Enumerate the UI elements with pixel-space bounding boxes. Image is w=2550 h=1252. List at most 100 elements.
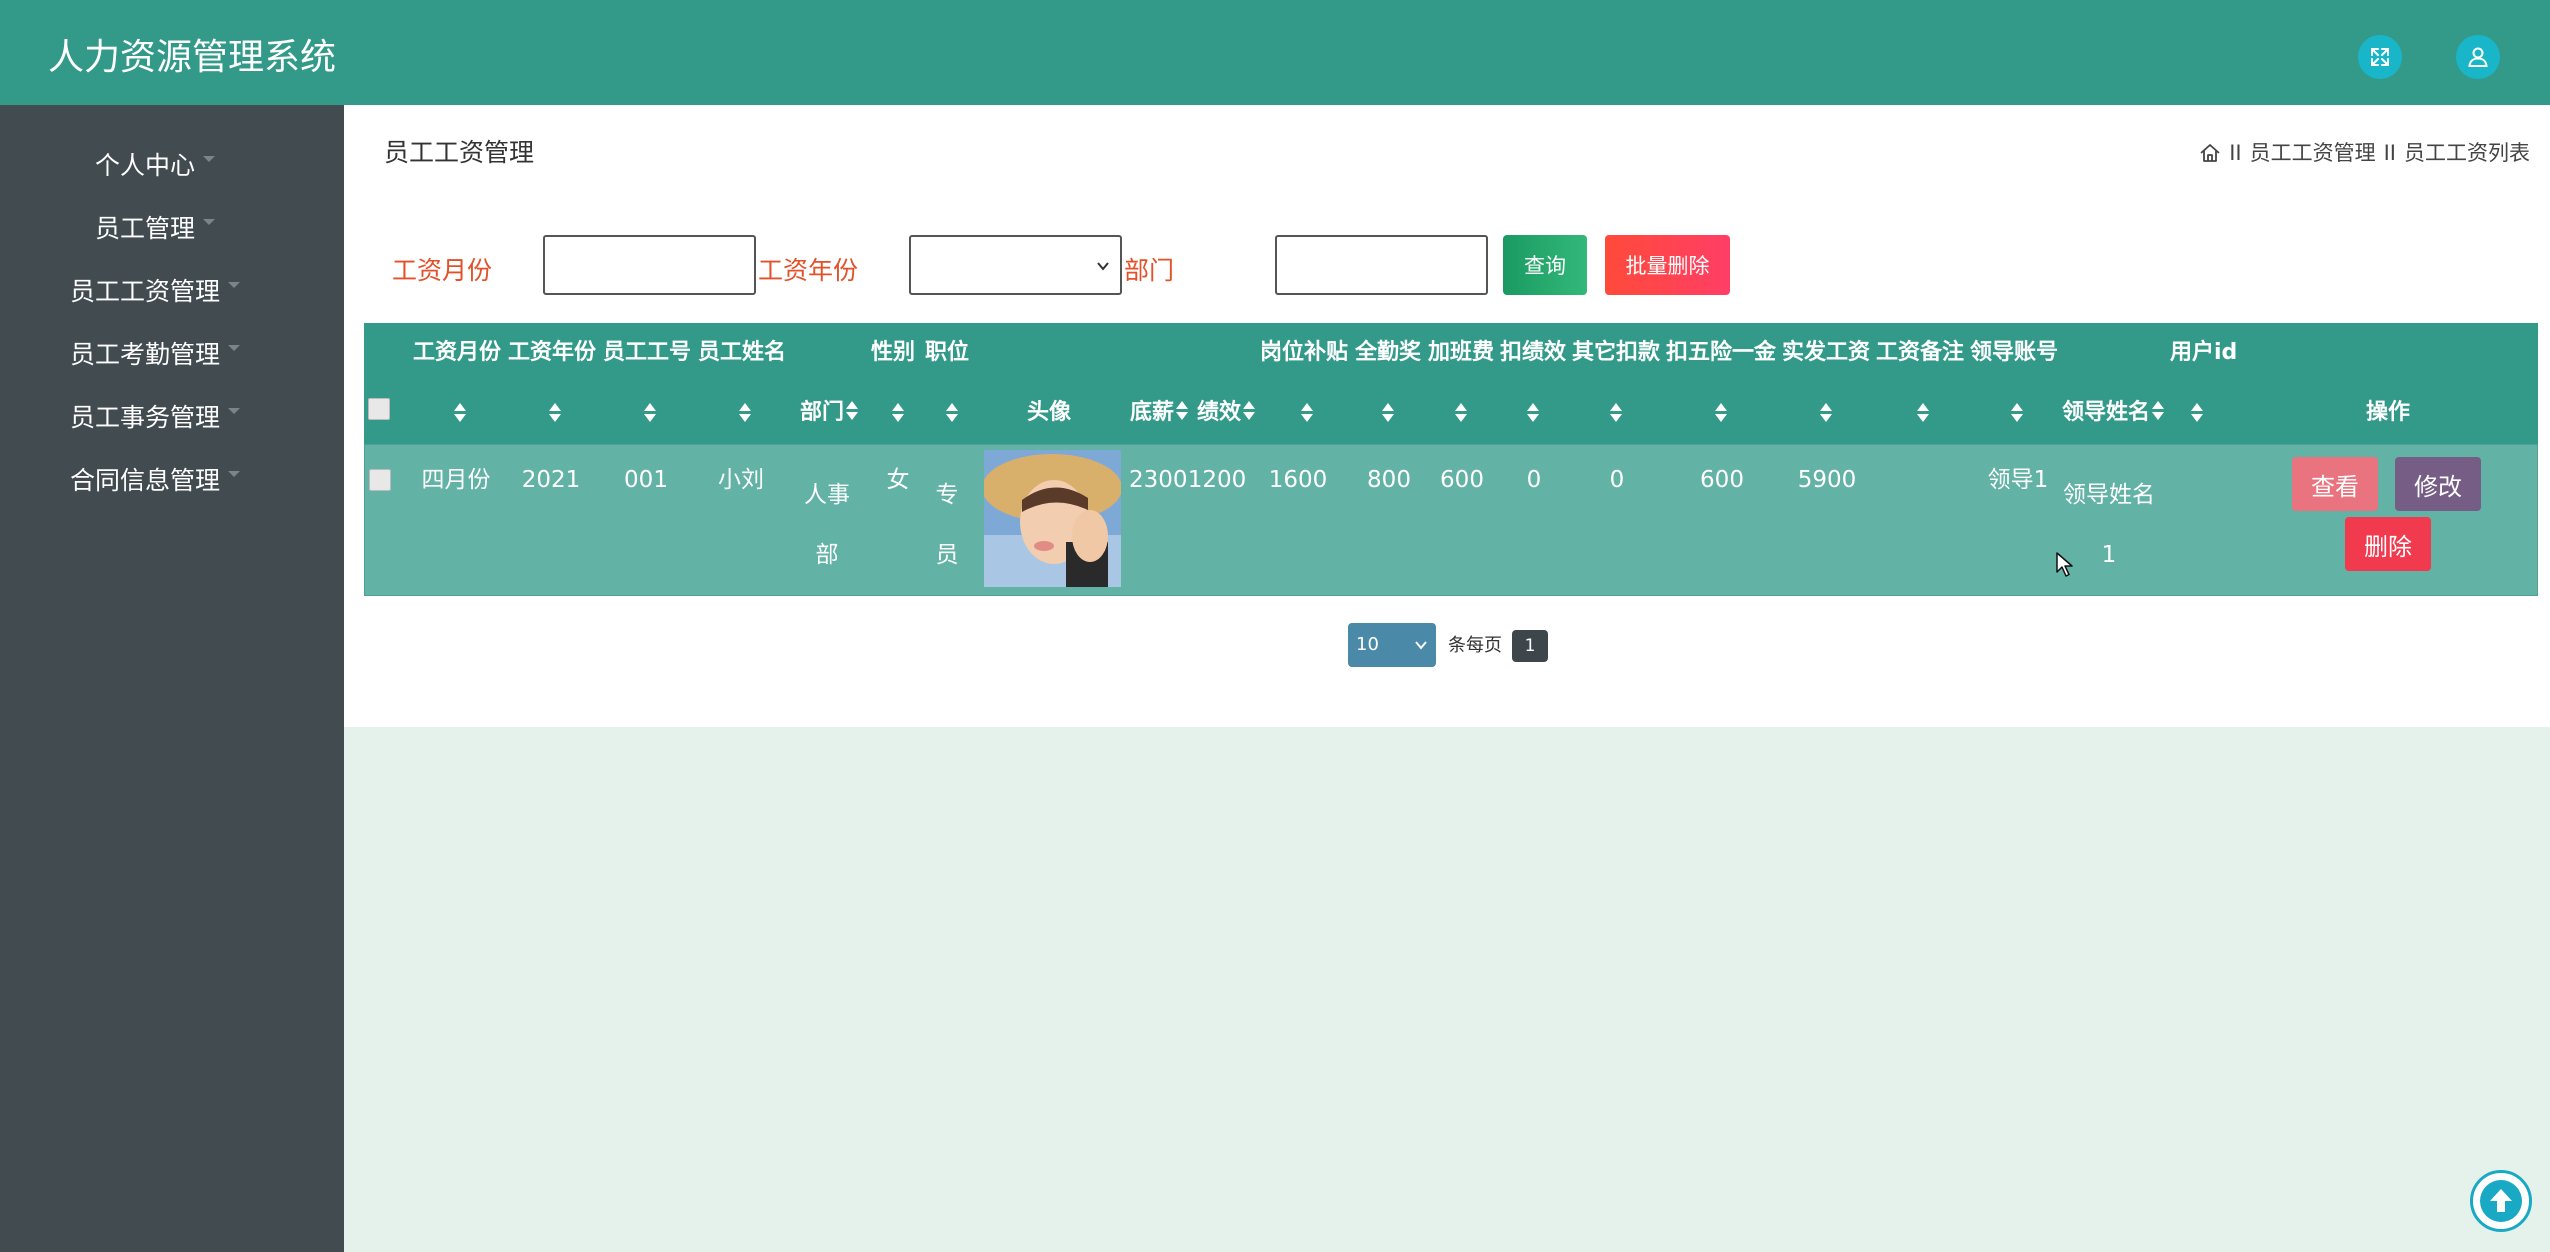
cell-leader-account: 领导1: [1987, 467, 2049, 493]
user-icon: [2468, 47, 2488, 67]
breadcrumb-item-salary-list: 员工工资列表: [2404, 141, 2530, 165]
caret-down-icon: [228, 282, 240, 288]
sidebar-item-label: 员工事务管理: [69, 403, 220, 432]
sidebar-item-attendance-management[interactable]: 员工考勤管理: [0, 335, 310, 375]
col-header-actions: 操作: [2366, 400, 2411, 425]
sidebar-item-personal-center[interactable]: 个人中心: [0, 146, 310, 186]
col-header-base-salary[interactable]: 底薪: [1130, 398, 1189, 428]
sort-icon-emp-no[interactable]: [644, 403, 656, 423]
sidebar-item-affairs-management[interactable]: 员工事务管理: [0, 398, 310, 438]
cell-other-deduct: 0: [1609, 467, 1625, 493]
cell-leader-name: 领导姓名1: [2063, 482, 2155, 568]
breadcrumb: II 员工工资管理 II 员工工资列表: [2199, 133, 2530, 173]
sort-icon-salary-note[interactable]: [1917, 403, 1929, 423]
sort-icon-gender[interactable]: [892, 403, 904, 423]
col-header-attendance-bonus: 全勤奖: [1355, 340, 1422, 365]
col-header-leader-name[interactable]: 领导姓名: [2062, 398, 2165, 428]
sort-icon[interactable]: [846, 401, 859, 421]
department-label: 部门: [1124, 256, 1175, 285]
cell-department: 人事部: [804, 482, 850, 568]
salary-month-label: 工资月份: [392, 256, 493, 285]
breadcrumb-separator: II: [2229, 141, 2242, 165]
per-page-label: 条每页: [1448, 635, 1502, 656]
col-header-user-id: 用户id: [2170, 340, 2238, 365]
breadcrumb-separator: II: [2383, 141, 2396, 165]
col-header-salary-note: 工资备注: [1876, 340, 1965, 365]
col-header-performance[interactable]: 绩效: [1197, 398, 1256, 428]
chevron-down-icon: [1097, 262, 1109, 271]
col-header-avatar: 头像: [1027, 400, 1072, 425]
page-size-value: 10: [1356, 634, 1379, 655]
page-number-current[interactable]: 1: [1512, 630, 1548, 662]
select-all-checkbox[interactable]: [368, 398, 390, 420]
col-header-department[interactable]: 部门: [800, 398, 859, 428]
sidebar-item-contract-management[interactable]: 合同信息管理: [0, 461, 310, 501]
sort-icon-overtime[interactable]: [1455, 403, 1467, 423]
sort-icon-leader-account[interactable]: [2011, 403, 2023, 423]
row-checkbox[interactable]: [369, 469, 391, 491]
back-to-top-button[interactable]: [2470, 1170, 2532, 1232]
col-header-post-allowance: 岗位补贴: [1260, 340, 1349, 365]
cell-perf-deduct: 0: [1526, 467, 1542, 493]
sort-icon-other-deduct[interactable]: [1610, 403, 1622, 423]
page-size-select[interactable]: 10: [1348, 623, 1436, 667]
cell-attendance-bonus: 800: [1367, 467, 1411, 493]
table-row: 四月份 2021 001 小刘 人事部 女 专员 2300 1200 1600 …: [364, 444, 2538, 596]
fullscreen-button[interactable]: [2358, 35, 2402, 79]
edit-button[interactable]: 修改: [2395, 457, 2481, 511]
sidebar-item-label: 员工考勤管理: [69, 340, 220, 369]
department-input[interactable]: [1275, 235, 1488, 295]
sort-icon-month[interactable]: [454, 403, 466, 423]
table-header: 工资月份 工资年份 员工工号 员工姓名 性别 职位 岗位补贴 全勤奖 加班费 扣…: [364, 323, 2538, 444]
col-header-leader-account: 领导账号: [1970, 340, 2059, 365]
mouse-cursor-icon: [2056, 552, 2073, 577]
sidebar-item-label: 员工管理: [94, 214, 195, 243]
sort-icon[interactable]: [1176, 401, 1189, 421]
col-header-other-deduct: 其它扣款: [1572, 340, 1661, 365]
arrow-up-icon: [2480, 1180, 2522, 1222]
caret-down-icon: [228, 471, 240, 477]
cell-emp-name: 小刘: [718, 467, 764, 493]
sort-icon-position[interactable]: [946, 403, 958, 423]
cell-actual-salary: 5900: [1797, 467, 1857, 493]
col-header-base-salary-label: 底薪: [1130, 400, 1175, 425]
user-button[interactable]: [2456, 35, 2500, 79]
search-button[interactable]: 查询: [1503, 235, 1587, 295]
view-button[interactable]: 查看: [2292, 457, 2378, 511]
sidebar-item-salary-management[interactable]: 员工工资管理: [0, 272, 310, 312]
cell-performance: 1200: [1187, 467, 1247, 493]
cell-overtime: 600: [1440, 467, 1484, 493]
sort-icon-emp-name[interactable]: [739, 403, 751, 423]
cell-insurance-deduct: 600: [1700, 467, 1744, 493]
col-header-gender: 性别: [871, 340, 916, 365]
col-header-perf-deduct: 扣绩效: [1500, 340, 1567, 365]
sort-icon[interactable]: [2152, 401, 2165, 421]
sort-icon-attendance-bonus[interactable]: [1382, 403, 1394, 423]
cell-month: 四月份: [421, 467, 491, 493]
col-header-position: 职位: [925, 340, 970, 365]
sort-icon-actual-salary[interactable]: [1820, 403, 1832, 423]
sort-icon-user-id[interactable]: [2191, 403, 2203, 423]
col-header-actual-salary: 实发工资: [1782, 340, 1871, 365]
caret-down-icon: [228, 408, 240, 414]
sort-icon-perf-deduct[interactable]: [1527, 403, 1539, 423]
sort-icon[interactable]: [1243, 401, 1256, 421]
cell-base-salary: 2300: [1129, 467, 1188, 493]
breadcrumb-item-salary-management[interactable]: 员工工资管理: [2250, 133, 2376, 173]
salary-year-label: 工资年份: [758, 256, 859, 285]
sidebar-item-label: 员工工资管理: [69, 277, 220, 306]
employee-avatar[interactable]: [984, 450, 1121, 587]
sort-icon-post-allowance[interactable]: [1301, 403, 1313, 423]
sort-icon-year[interactable]: [549, 403, 561, 423]
batch-delete-button[interactable]: 批量删除: [1605, 235, 1730, 295]
sort-icon-insurance-deduct[interactable]: [1715, 403, 1727, 423]
col-header-department-label: 部门: [800, 400, 845, 425]
sidebar-item-label: 合同信息管理: [69, 466, 220, 495]
salary-year-select[interactable]: [909, 235, 1122, 295]
sidebar-item-employee-management[interactable]: 员工管理: [0, 209, 310, 249]
salary-month-input[interactable]: [543, 235, 756, 295]
col-header-month: 工资月份: [413, 340, 502, 365]
top-bar: 人力资源管理系统: [0, 0, 2550, 105]
delete-button[interactable]: 删除: [2345, 517, 2431, 571]
home-icon[interactable]: [2199, 142, 2221, 164]
